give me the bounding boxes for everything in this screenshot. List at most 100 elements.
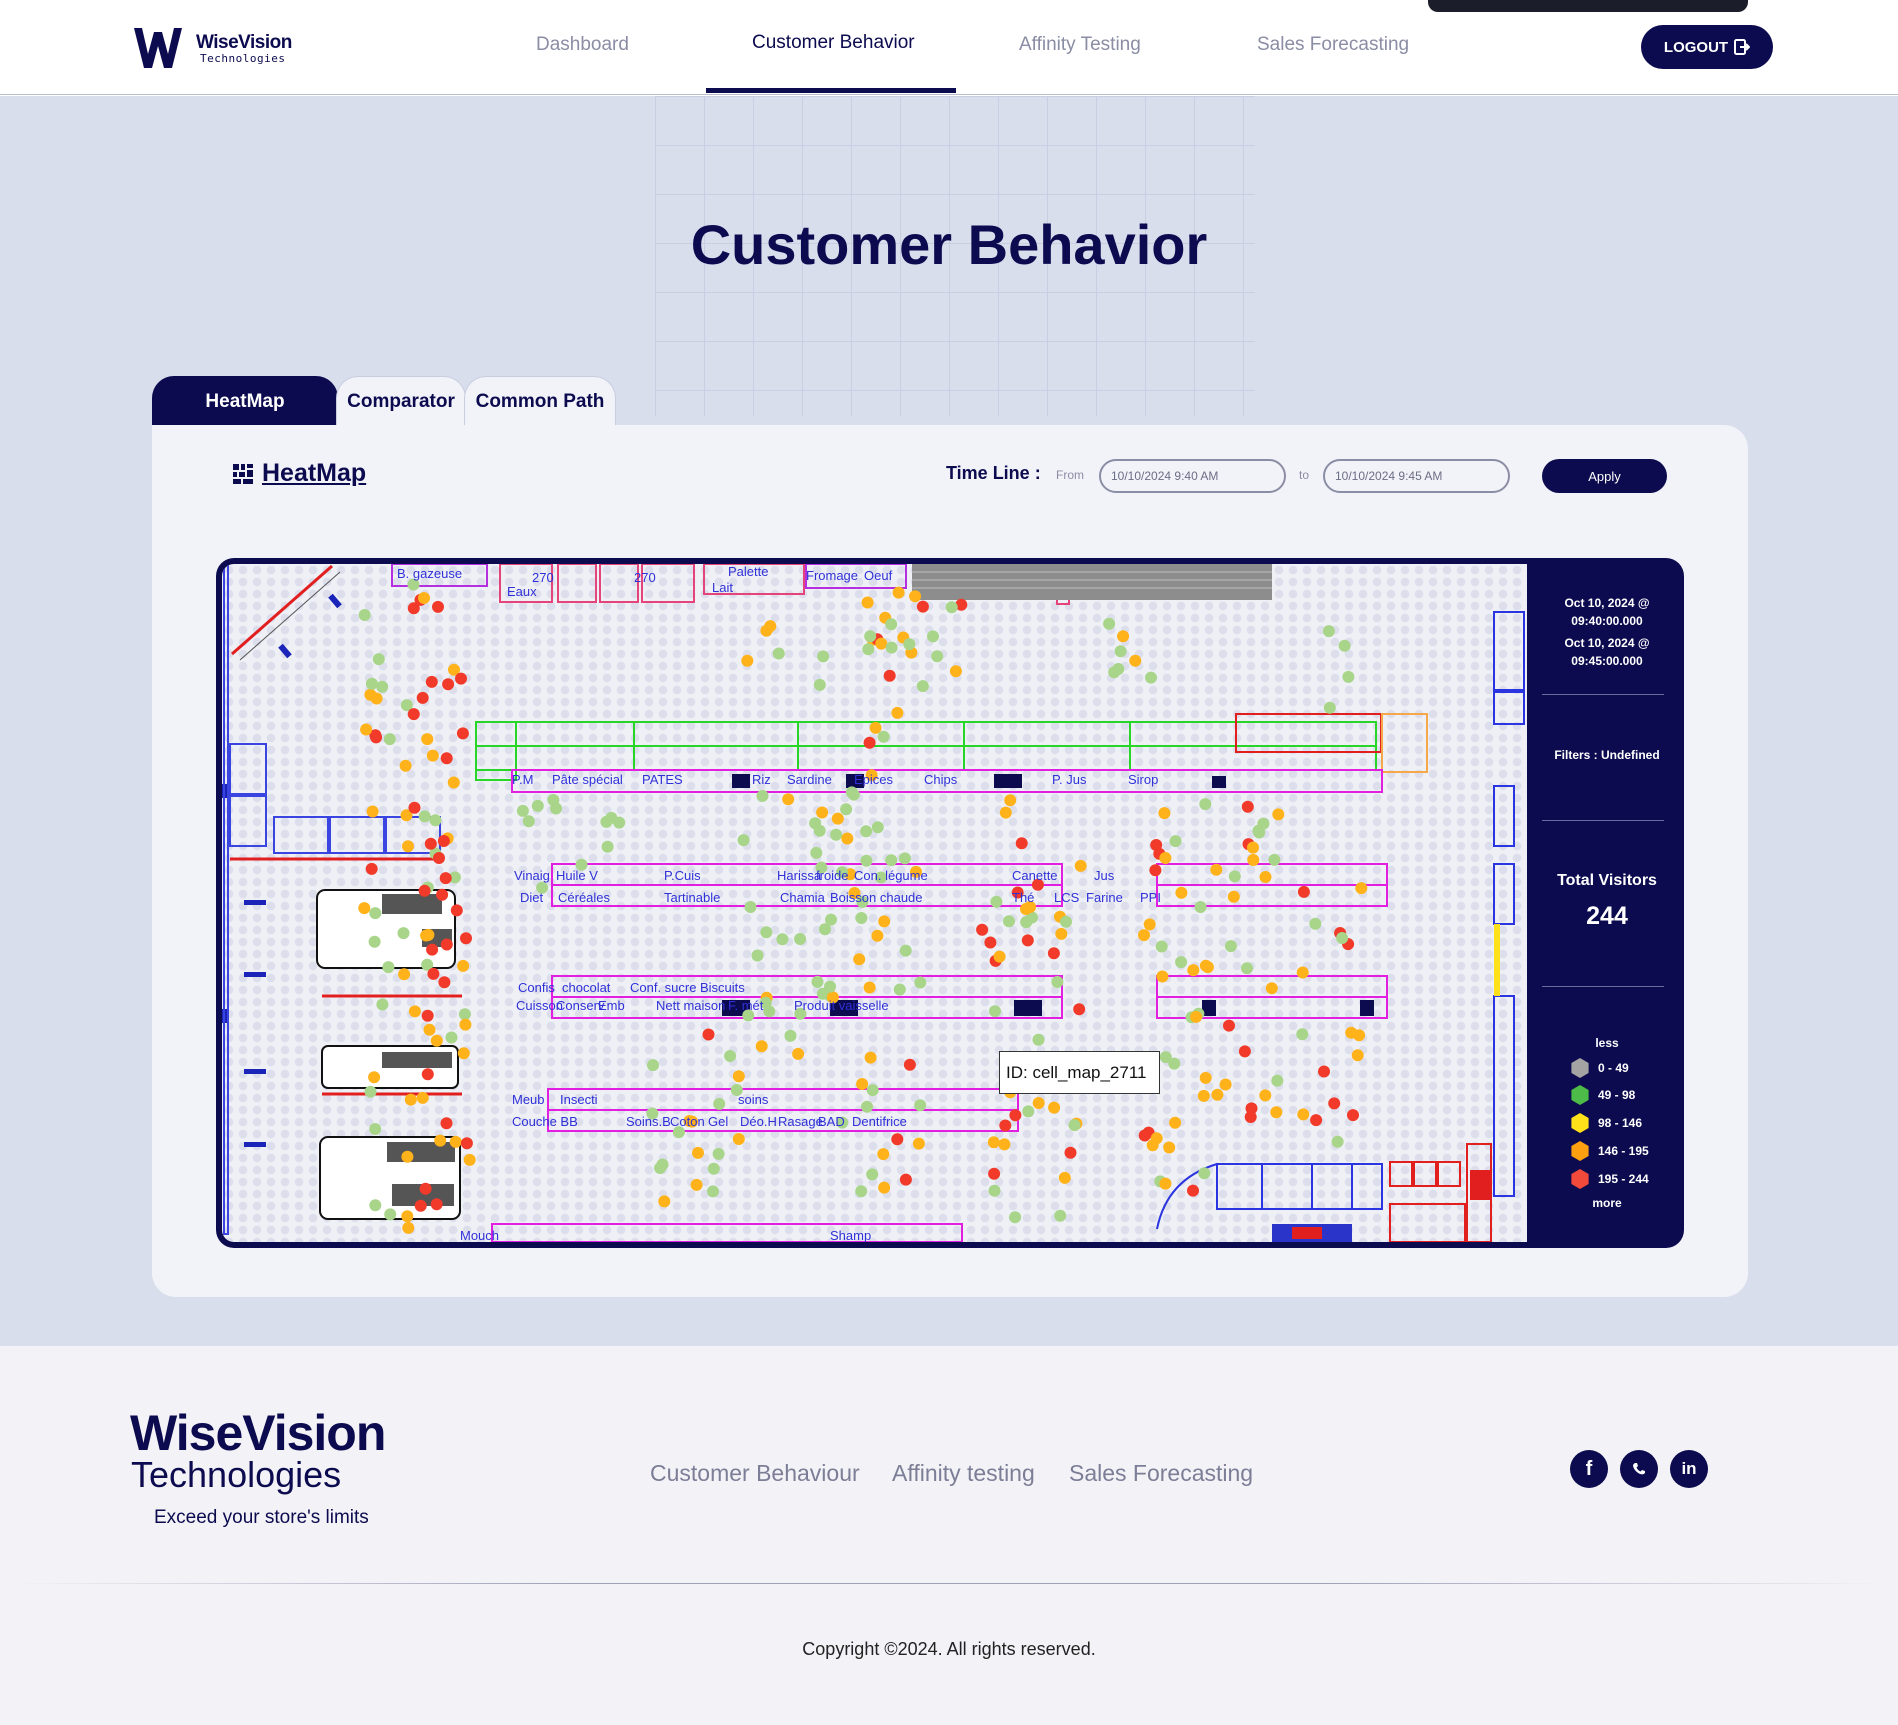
heat-cell[interactable]: [871, 821, 884, 834]
to-date-input[interactable]: 10/10/2024 9:45 AM: [1323, 459, 1510, 493]
heat-cell[interactable]: [1149, 864, 1162, 877]
heat-cell[interactable]: [853, 953, 866, 966]
heat-cell[interactable]: [376, 680, 389, 693]
heat-cell[interactable]: [1150, 839, 1163, 851]
heat-cell[interactable]: [692, 1146, 704, 1159]
footer-link-affinity-testing[interactable]: Affinity testing: [892, 1460, 1035, 1487]
heat-cell[interactable]: [1032, 1033, 1045, 1046]
heat-cell[interactable]: [772, 647, 785, 660]
heat-cell[interactable]: [899, 1173, 912, 1186]
heat-cell[interactable]: [784, 1029, 797, 1042]
heat-cell[interactable]: [442, 678, 455, 691]
heat-cell[interactable]: [990, 895, 1003, 908]
tab-heatmap[interactable]: HeatMap: [152, 376, 338, 426]
heat-cell[interactable]: [1138, 1129, 1151, 1142]
heat-cell[interactable]: [463, 1153, 476, 1166]
heat-cell[interactable]: [811, 975, 824, 988]
heat-cell[interactable]: [830, 828, 843, 841]
heat-cell[interactable]: [855, 912, 868, 924]
heat-cell[interactable]: [1169, 835, 1182, 848]
heat-cell[interactable]: [893, 983, 906, 996]
nav-affinity-testing[interactable]: Affinity Testing: [1019, 34, 1141, 56]
heat-cell[interactable]: [1271, 1074, 1284, 1087]
heat-cell[interactable]: [368, 935, 381, 948]
heat-cell[interactable]: [878, 1181, 891, 1194]
heat-cell[interactable]: [724, 1050, 737, 1062]
heat-cell[interactable]: [713, 1097, 726, 1110]
heat-cell[interactable]: [401, 1210, 414, 1223]
nav-dashboard[interactable]: Dashboard: [536, 34, 629, 56]
heat-cell[interactable]: [916, 680, 929, 693]
heat-cell[interactable]: [647, 1059, 659, 1072]
heat-cell[interactable]: [1021, 934, 1034, 947]
heat-cell[interactable]: [1064, 1146, 1077, 1159]
heat-cell[interactable]: [1114, 645, 1127, 658]
heat-cell[interactable]: [1051, 976, 1064, 988]
heat-cell[interactable]: [914, 1099, 927, 1112]
heat-cell[interactable]: [1138, 929, 1150, 942]
heat-cell[interactable]: [424, 837, 437, 850]
heat-cell[interactable]: [1198, 1167, 1211, 1180]
heat-cell[interactable]: [760, 624, 773, 637]
heat-cell[interactable]: [855, 1185, 868, 1198]
heat-cell[interactable]: [430, 1198, 443, 1211]
heat-cell[interactable]: [364, 688, 377, 701]
heat-cell[interactable]: [1163, 1141, 1176, 1154]
heat-cell[interactable]: [426, 943, 439, 956]
heat-cell[interactable]: [1150, 1132, 1163, 1145]
heat-cell[interactable]: [707, 1185, 719, 1198]
heat-cell[interactable]: [447, 776, 460, 789]
heat-cell[interactable]: [416, 691, 429, 704]
heat-cell[interactable]: [819, 923, 831, 936]
heat-cell[interactable]: [1060, 915, 1072, 928]
heat-cell[interactable]: [358, 902, 371, 915]
tab-comparator[interactable]: Comparator: [336, 376, 466, 426]
heat-cell[interactable]: [885, 618, 898, 631]
heat-cell[interactable]: [408, 801, 421, 814]
heat-cell[interactable]: [885, 641, 898, 654]
heat-cell[interactable]: [1073, 1003, 1086, 1016]
heat-cell[interactable]: [522, 815, 535, 828]
whatsapp-icon[interactable]: [1620, 1450, 1658, 1488]
heat-cell[interactable]: [613, 816, 626, 829]
heat-cell[interactable]: [871, 929, 884, 942]
heat-cell[interactable]: [1351, 1049, 1364, 1062]
apply-button[interactable]: Apply: [1542, 459, 1667, 493]
heat-cell[interactable]: [1211, 1088, 1224, 1101]
facebook-icon[interactable]: f: [1570, 1450, 1608, 1488]
heat-cell[interactable]: [1247, 854, 1260, 866]
heat-cell[interactable]: [418, 592, 430, 604]
heat-cell[interactable]: [369, 1199, 382, 1212]
heat-cell[interactable]: [407, 602, 420, 615]
heat-cell[interactable]: [1296, 1028, 1309, 1041]
heat-cell[interactable]: [366, 805, 379, 818]
heat-cell[interactable]: [976, 923, 989, 936]
heat-cell[interactable]: [864, 1051, 877, 1064]
heat-cell[interactable]: [418, 810, 431, 823]
heat-cell[interactable]: [440, 938, 453, 951]
heat-cell[interactable]: [863, 736, 876, 749]
heat-cell[interactable]: [756, 789, 769, 802]
heat-cell[interactable]: [949, 665, 962, 678]
heat-cell[interactable]: [875, 637, 888, 650]
nav-customer-behavior[interactable]: Customer Behavior: [752, 32, 915, 54]
heat-cell[interactable]: [1331, 1135, 1344, 1148]
heat-cell[interactable]: [782, 793, 795, 806]
heat-cell[interactable]: [457, 959, 470, 972]
heat-cell[interactable]: [421, 733, 434, 746]
heat-cell[interactable]: [384, 1208, 397, 1221]
heat-cell[interactable]: [531, 799, 544, 812]
heat-cell[interactable]: [434, 1134, 447, 1147]
heat-cell[interactable]: [365, 677, 378, 690]
heat-cell[interactable]: [1268, 853, 1281, 866]
heat-cell[interactable]: [813, 678, 826, 691]
heat-cell[interactable]: [916, 600, 929, 613]
heat-cell[interactable]: [399, 759, 412, 772]
heat-cell[interactable]: [847, 788, 860, 801]
heat-cell[interactable]: [1048, 1101, 1061, 1114]
heat-cell[interactable]: [1241, 800, 1254, 813]
heat-cell[interactable]: [1015, 837, 1028, 850]
heat-cell[interactable]: [1228, 870, 1241, 883]
heat-cell[interactable]: [892, 586, 905, 599]
heat-cell[interactable]: [1238, 1045, 1251, 1058]
